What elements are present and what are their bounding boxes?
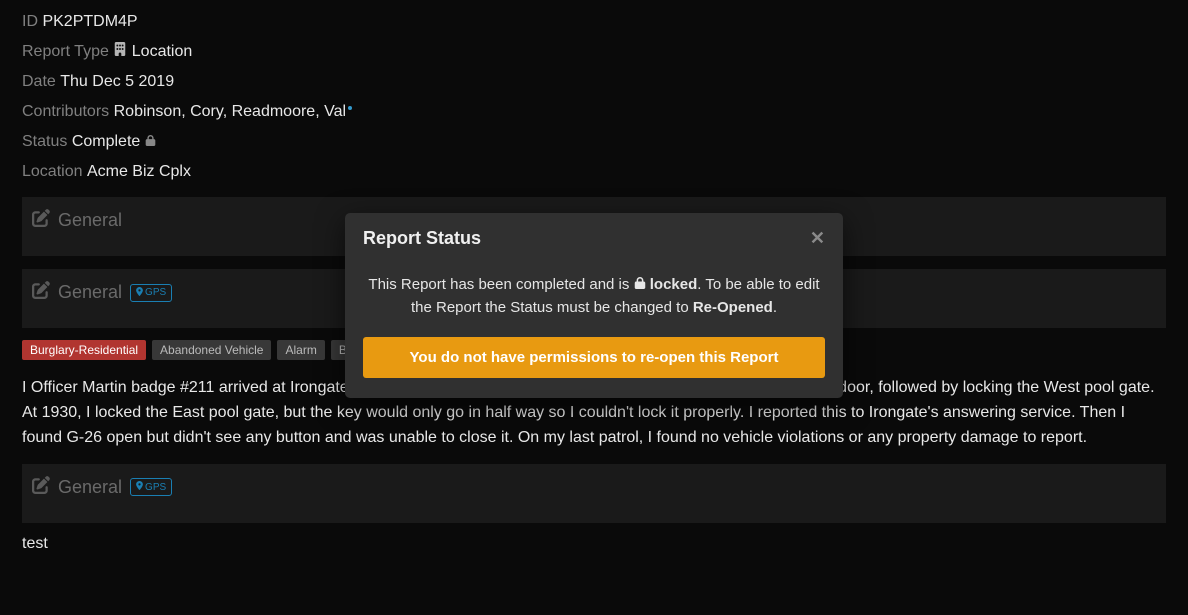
modal-text-locked: locked [650, 276, 698, 293]
id-value: PK2PTDM4P [42, 13, 137, 30]
id-label: ID [22, 13, 38, 30]
contrib-value: Robinson, Cory, Readmoore, Val [114, 103, 346, 120]
building-icon [113, 40, 127, 64]
gps-badge[interactable]: GPS [130, 284, 172, 302]
map-pin-icon [136, 287, 143, 299]
modal-body: This Report has been completed and is lo… [345, 263, 843, 399]
type-label: Report Type [22, 43, 109, 60]
section-general-3: General GPS [22, 464, 1166, 523]
modal-text-a: This Report has been completed and is [368, 276, 633, 293]
edit-icon[interactable] [32, 281, 50, 304]
location-label: Location [22, 163, 83, 180]
modal-title: Report Status [363, 228, 481, 249]
modal-text-reopened: Re-Opened [693, 299, 773, 316]
tag-burglary[interactable]: Burglary-Residential [22, 340, 146, 360]
date-value: Thu Dec 5 2019 [60, 73, 174, 90]
gps-label: GPS [145, 287, 166, 298]
edit-icon[interactable] [32, 209, 50, 232]
lock-icon [145, 130, 156, 154]
modal-text-c: . [773, 299, 777, 316]
map-pin-icon [136, 481, 143, 493]
date-label: Date [22, 73, 56, 90]
close-icon[interactable]: ✕ [810, 229, 825, 247]
modal-header: Report Status ✕ [345, 213, 843, 263]
gps-label: GPS [145, 482, 166, 493]
meta-date: Date Thu Dec 5 2019 [22, 70, 1166, 94]
lock-icon [634, 276, 650, 293]
tag-alarm[interactable]: Alarm [277, 340, 324, 360]
contrib-label: Contributors [22, 103, 109, 120]
meta-location: Location Acme Biz Cplx [22, 160, 1166, 184]
type-value: Location [132, 43, 193, 60]
meta-type: Report Type Location [22, 40, 1166, 64]
tag-abandoned-vehicle[interactable]: Abandoned Vehicle [152, 340, 271, 360]
status-label: Status [22, 133, 67, 150]
location-value: Acme Biz Cplx [87, 163, 191, 180]
reopen-permission-button[interactable]: You do not have permissions to re-open t… [363, 337, 825, 378]
contributor-indicator-dot [348, 106, 352, 110]
section-title: General [58, 282, 122, 303]
edit-icon[interactable] [32, 476, 50, 499]
meta-id: ID PK2PTDM4P [22, 10, 1166, 34]
report-status-modal: Report Status ✕ This Report has been com… [345, 213, 843, 399]
section-title: General [58, 210, 122, 231]
meta-contributors: Contributors Robinson, Cory, Readmoore, … [22, 100, 1166, 124]
meta-status: Status Complete [22, 130, 1166, 154]
status-value: Complete [72, 133, 140, 150]
gps-badge[interactable]: GPS [130, 478, 172, 496]
narrative-text-2: test [22, 535, 1166, 553]
section-title: General [58, 477, 122, 498]
